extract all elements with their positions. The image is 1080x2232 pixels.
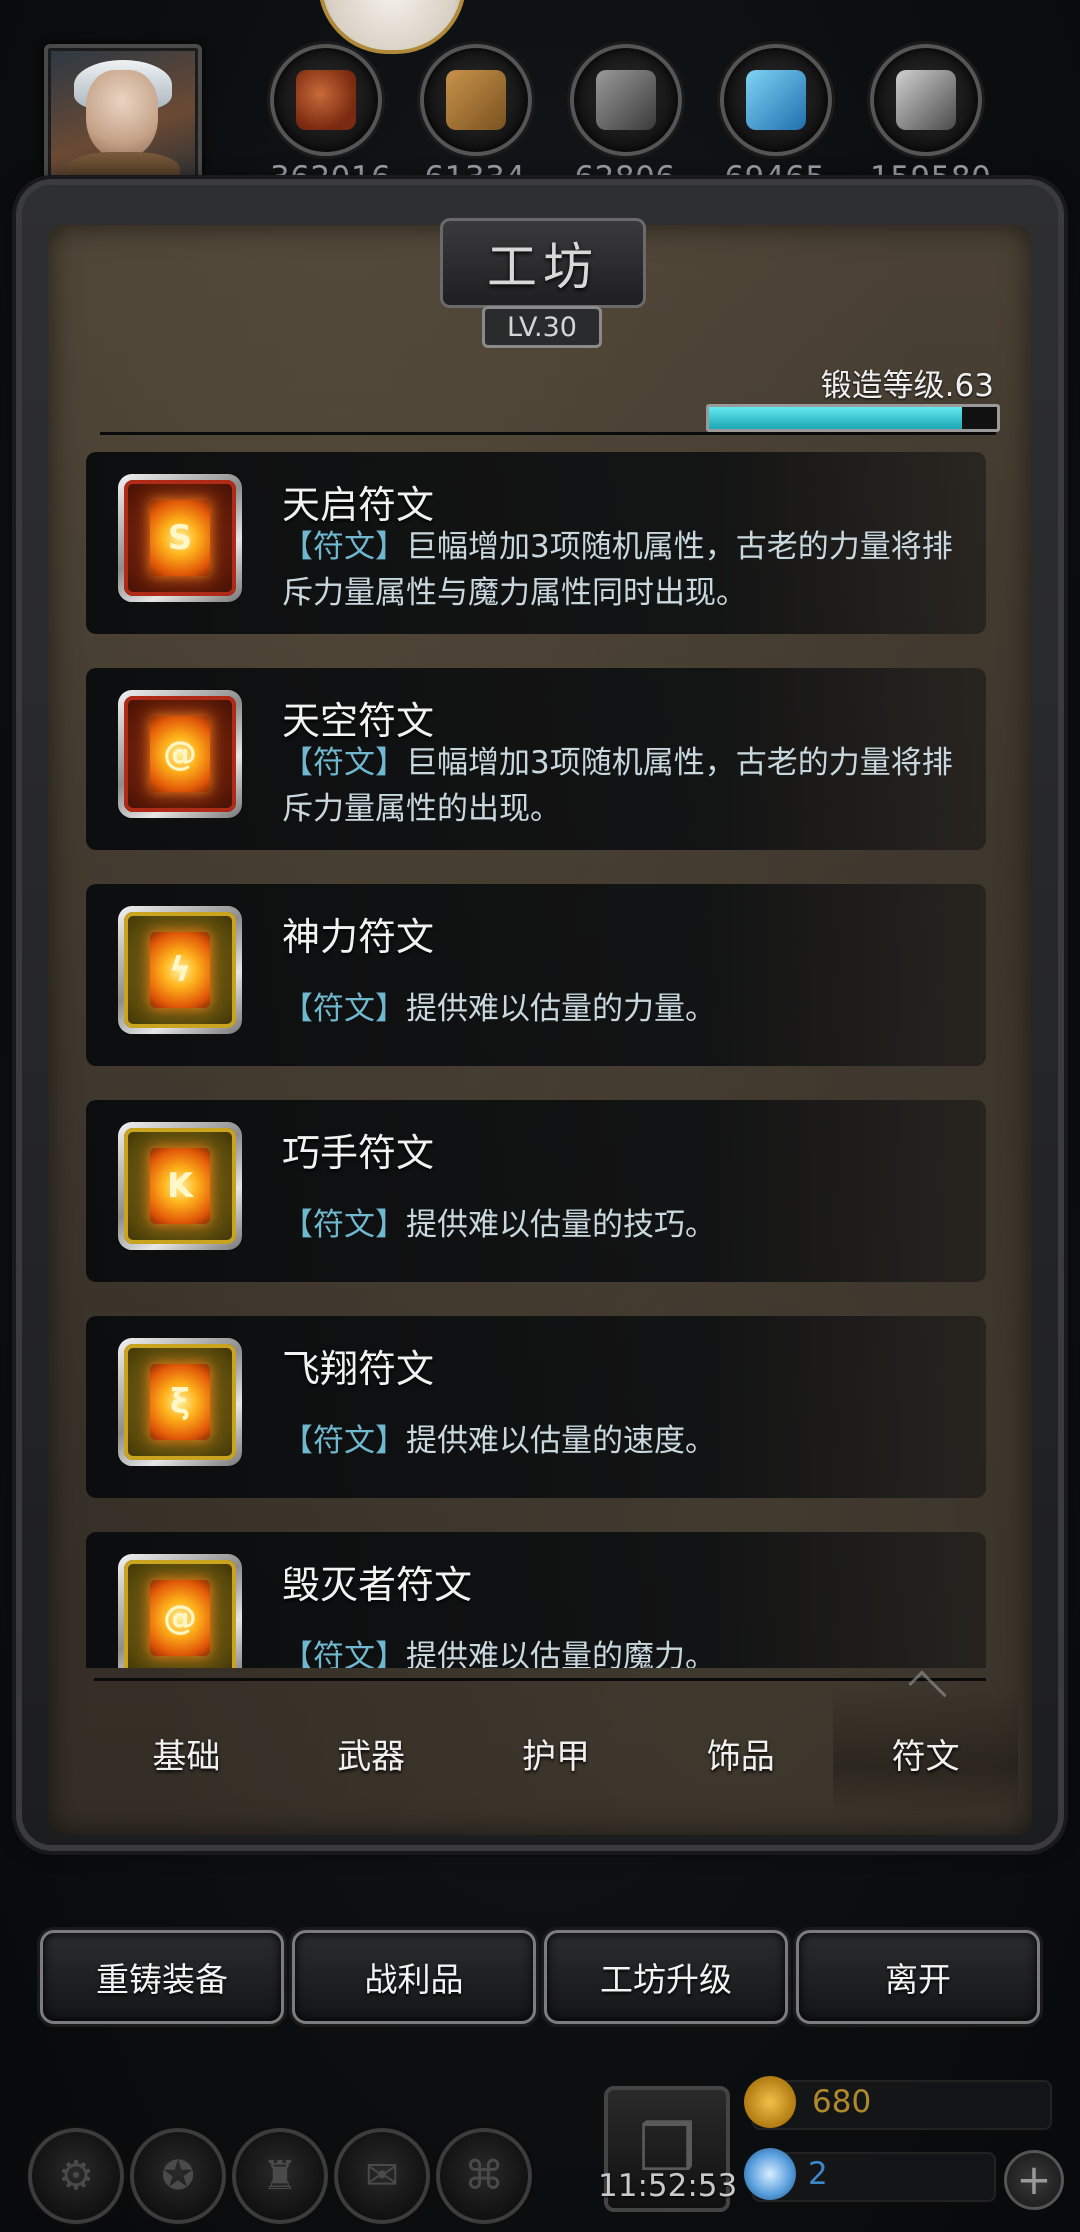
rune-type-tag: 【符文】: [282, 991, 406, 1027]
settings-gear-icon[interactable]: ⚙: [28, 2128, 124, 2224]
action-button-row: 重铸装备 战利品 工坊升级 离开: [40, 1930, 1040, 2024]
resource-ring: [720, 44, 832, 156]
resource-ring: [870, 44, 982, 156]
rune-slot-core: @: [124, 696, 236, 812]
rune-stone-icon: ξ: [150, 1364, 210, 1440]
gift-timer: 11:52:53: [598, 2168, 738, 2204]
rune-name: 毁灭者符文: [282, 1563, 473, 1607]
tab-4[interactable]: 符文: [833, 1688, 1018, 1818]
rune-slot-core: @: [124, 1560, 236, 1668]
rune-card[interactable]: @ 天空符文 【符文】巨幅增加3项随机属性，古老的力量将排斥力量属性的出现。: [86, 668, 986, 850]
forge-progress-fill: [709, 407, 963, 429]
forge-level-label: 锻造等级.63: [820, 368, 994, 404]
rune-slot: @: [118, 690, 242, 818]
wood-icon: [446, 70, 506, 130]
rune-name: 天启符文: [282, 483, 435, 527]
resource-2[interactable]: 62806: [570, 44, 682, 196]
resource-ring: [570, 44, 682, 156]
workshop-title-plate: 工坊: [440, 218, 646, 308]
workshop-title: 工坊: [487, 238, 599, 296]
action-button-2[interactable]: 工坊升级: [544, 1930, 788, 2024]
rune-slot: @: [118, 1554, 242, 1668]
steel-icon: [896, 70, 956, 130]
category-tabs: 基础 武器 护甲 饰品 符文: [94, 1688, 1018, 1818]
rune-slot: S: [118, 474, 242, 602]
meat-icon: [296, 70, 356, 130]
gold-coin-icon: [744, 2076, 796, 2128]
rune-stone-icon: S: [150, 500, 210, 576]
rune-card[interactable]: ξ 飞翔符文【符文】提供难以估量的速度。: [86, 1316, 986, 1498]
resource-3[interactable]: 69465: [720, 44, 832, 196]
rune-slot-core: K: [124, 1128, 236, 1244]
gem-amount: 2: [808, 2156, 828, 2192]
rune-type-tag: 【符文】: [282, 745, 406, 781]
tab-1[interactable]: 武器: [279, 1688, 464, 1818]
rune-name: 神力符文: [282, 915, 435, 959]
rune-type-tag: 【符文】: [282, 1639, 406, 1668]
rune-description: 【符文】提供难以估量的技巧。: [282, 1202, 972, 1248]
rune-stone-icon: K: [150, 1148, 210, 1224]
rune-card[interactable]: K 巧手符文【符文】提供难以估量的技巧。: [86, 1100, 986, 1282]
rune-slot-core: ξ: [124, 1344, 236, 1460]
resource-ring: [270, 44, 382, 156]
crystal-icon: [746, 70, 806, 130]
castle-icon[interactable]: ♜: [232, 2128, 328, 2224]
map-icon[interactable]: ⌘: [436, 2128, 532, 2224]
tab-3[interactable]: 饰品: [648, 1688, 833, 1818]
rune-description-text: 提供难以估量的魔力。: [406, 1639, 716, 1668]
add-currency-button[interactable]: +: [1004, 2150, 1064, 2210]
rune-description: 【符文】提供难以估量的速度。: [282, 1418, 972, 1464]
workshop-level: LV.30: [482, 306, 602, 348]
rune-type-tag: 【符文】: [282, 1423, 406, 1459]
resource-1[interactable]: 61334: [420, 44, 532, 196]
list-divider: [100, 432, 996, 435]
forge-progress-bar: [706, 404, 1000, 432]
gem-icon: [744, 2148, 796, 2200]
player-avatar[interactable]: [44, 44, 202, 202]
gold-amount: 680: [812, 2084, 872, 2120]
resource-ring: [420, 44, 532, 156]
rune-stone-icon: @: [150, 1580, 210, 1656]
rune-stone-icon: @: [150, 716, 210, 792]
rune-list[interactable]: S 天启符文 【符文】巨幅增加3项随机属性，古老的力量将排斥力量属性与魔力属性同时出…: [86, 452, 996, 1668]
tab-2[interactable]: 护甲: [464, 1688, 649, 1818]
rune-description: 【符文】提供难以估量的魔力。: [282, 1634, 972, 1668]
mail-icon[interactable]: ✉: [334, 2128, 430, 2224]
rune-description-text: 提供难以估量的力量。: [406, 991, 716, 1027]
rune-card[interactable]: @ 毁灭者符文【符文】提供难以估量的魔力。: [86, 1532, 986, 1668]
rune-slot-core: ϟ: [124, 912, 236, 1028]
rune-type-tag: 【符文】: [282, 1207, 406, 1243]
tab-0[interactable]: 基础: [94, 1688, 279, 1818]
rune-description: 【符文】提供难以估量的力量。: [282, 986, 972, 1032]
rune-card[interactable]: ϟ 神力符文【符文】提供难以估量的力量。: [86, 884, 986, 1066]
action-button-1[interactable]: 战利品: [292, 1930, 536, 2024]
gold-currency-bar: [752, 2080, 1052, 2130]
tab-divider: [94, 1678, 986, 1681]
rune-description: 【符文】巨幅增加3项随机属性，古老的力量将排斥力量属性的出现。: [282, 740, 972, 832]
rune-slot-core: S: [124, 480, 236, 596]
star-badge-icon[interactable]: ✪: [130, 2128, 226, 2224]
rune-description-text: 提供难以估量的技巧。: [406, 1207, 716, 1243]
avatar-face: [86, 70, 158, 158]
rune-name: 天空符文: [282, 699, 435, 743]
resource-0[interactable]: 362016: [270, 44, 391, 196]
resource-4[interactable]: 159580: [870, 44, 991, 196]
rune-slot: K: [118, 1122, 242, 1250]
rune-type-tag: 【符文】: [282, 529, 406, 565]
rune-name: 飞翔符文: [282, 1347, 435, 1391]
action-button-3[interactable]: 离开: [796, 1930, 1040, 2024]
rune-description-text: 提供难以估量的速度。: [406, 1423, 716, 1459]
rune-stone-icon: ϟ: [150, 932, 210, 1008]
iron-icon: [596, 70, 656, 130]
rune-card[interactable]: S 天启符文 【符文】巨幅增加3项随机属性，古老的力量将排斥力量属性与魔力属性同时出…: [86, 452, 986, 634]
rune-name: 巧手符文: [282, 1131, 435, 1175]
rune-slot: ϟ: [118, 906, 242, 1034]
rune-description: 【符文】巨幅增加3项随机属性，古老的力量将排斥力量属性与魔力属性同时出现。: [282, 524, 972, 616]
rune-slot: ξ: [118, 1338, 242, 1466]
action-button-0[interactable]: 重铸装备: [40, 1930, 284, 2024]
